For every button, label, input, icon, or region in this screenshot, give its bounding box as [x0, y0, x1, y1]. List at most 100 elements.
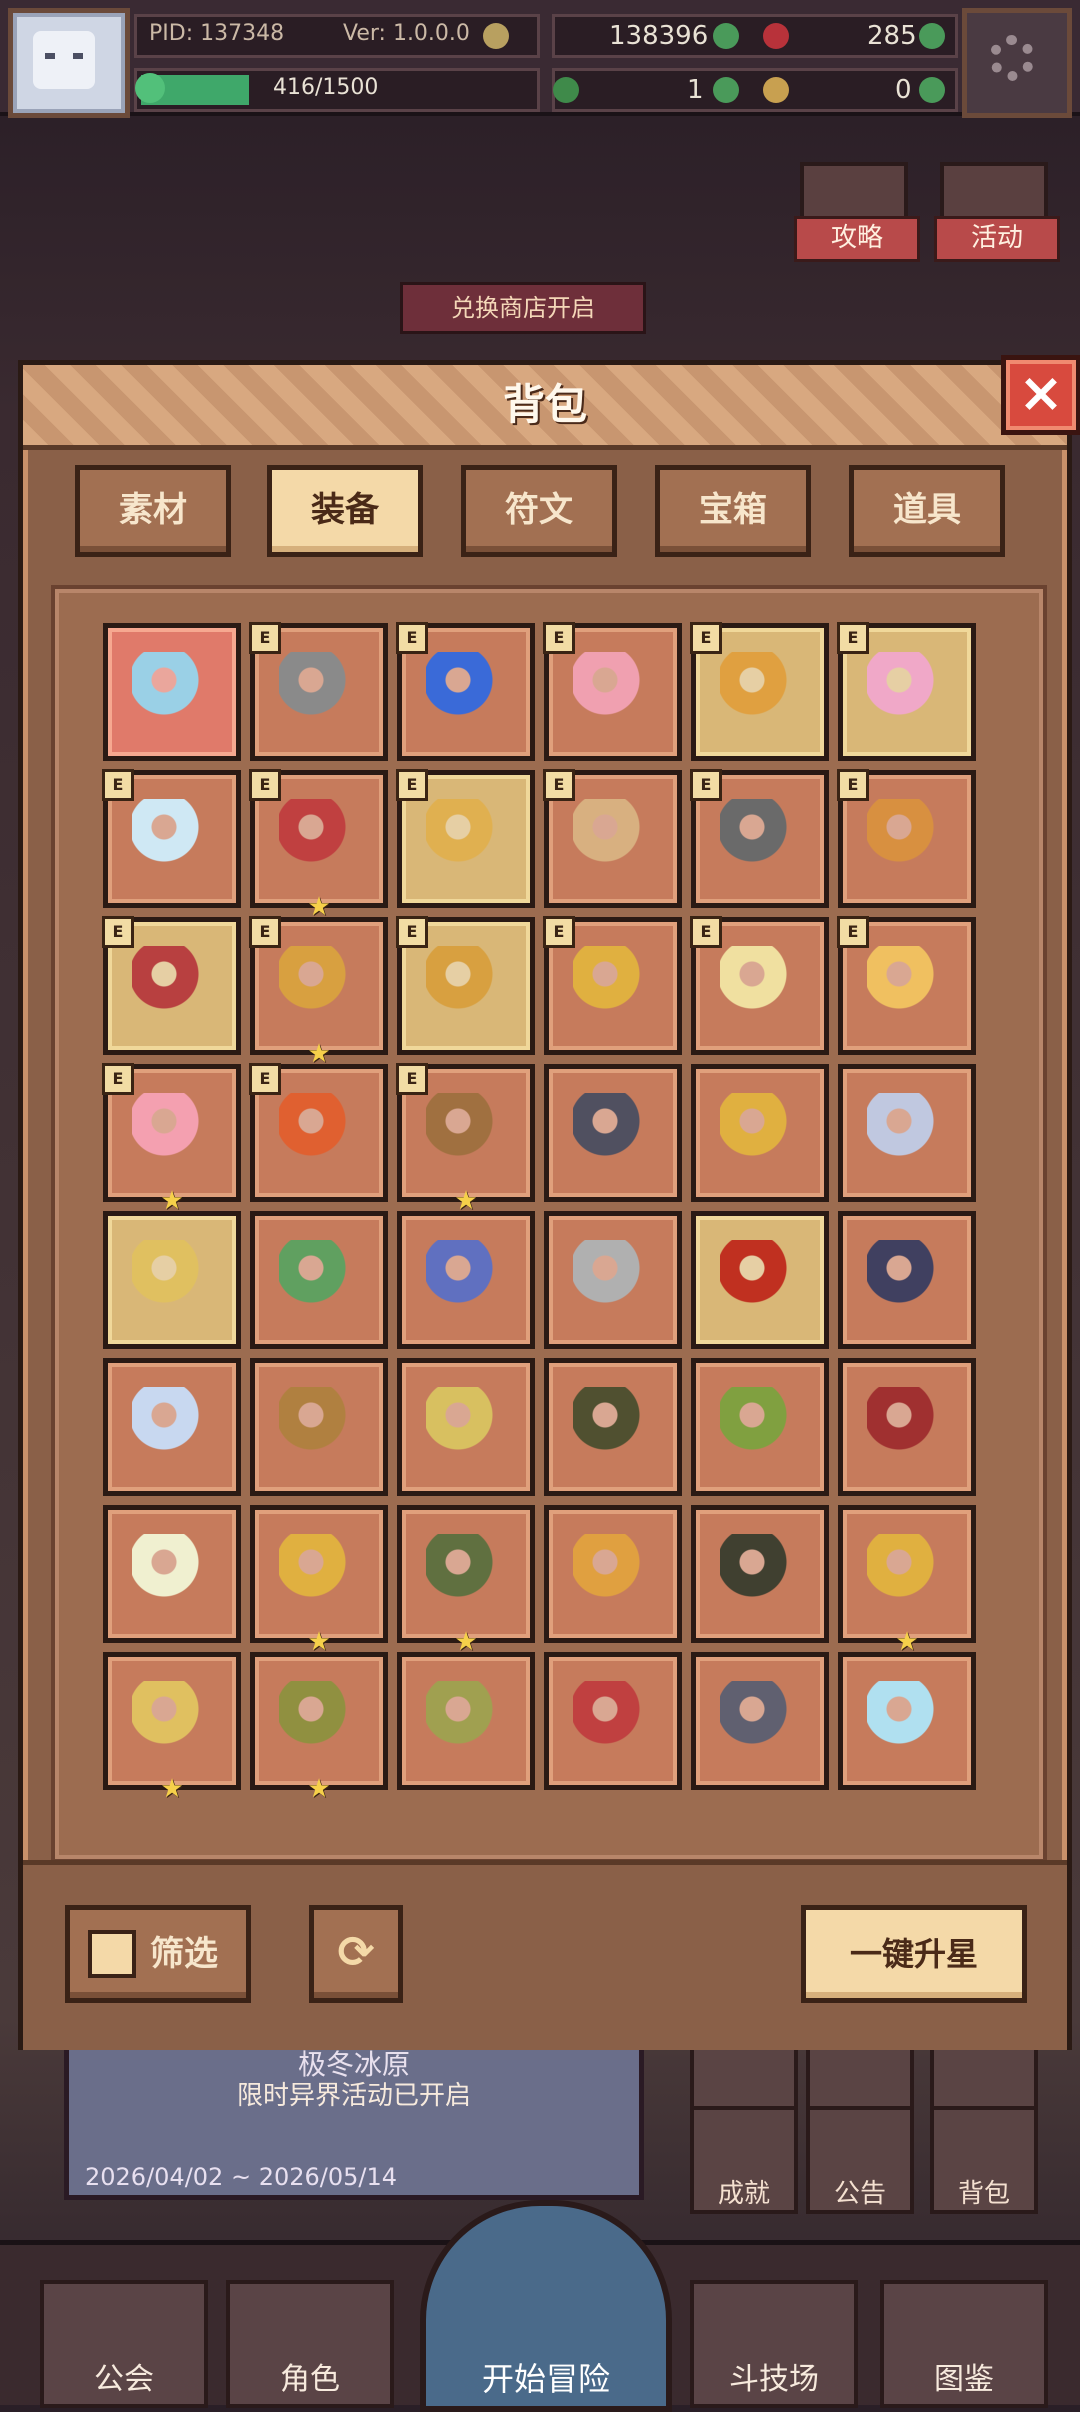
exp-bar: 416/1500: [134, 68, 540, 112]
equipped-badge: E: [396, 769, 428, 801]
inventory-slot[interactable]: E: [249, 1063, 388, 1202]
achievement-button[interactable]: 成就: [690, 2106, 798, 2214]
top-hud: PID: 137348 Ver: 1.0.0.0 416/1500 138396…: [0, 0, 1080, 118]
inventory-slot[interactable]: [691, 1358, 829, 1496]
refresh-button[interactable]: ⟳: [309, 1905, 403, 2003]
nav-arena[interactable]: 斗技场: [690, 2280, 858, 2408]
inventory-slot[interactable]: [544, 1505, 682, 1643]
inventory-slot[interactable]: [397, 1358, 535, 1496]
tab-items[interactable]: 道具: [849, 465, 1005, 557]
gold-gear-ring-icon: [426, 799, 506, 879]
filter-button[interactable]: 筛选: [65, 1905, 251, 2003]
inventory-slot[interactable]: [103, 1505, 241, 1643]
inventory-slot[interactable]: E: [543, 916, 682, 1055]
inventory-slot[interactable]: [544, 1652, 682, 1790]
inventory-slot[interactable]: [250, 1211, 388, 1349]
add-gold-icon[interactable]: [713, 23, 739, 49]
currency-row-2: 1 0: [552, 68, 958, 112]
dark-mask-icon: [720, 1534, 800, 1614]
green-ring-icon: [720, 1387, 800, 1467]
add-clover-icon[interactable]: [713, 77, 739, 103]
steel-sword-icon: [867, 1093, 947, 1173]
tab-chests[interactable]: 宝箱: [655, 465, 811, 557]
inventory-slot[interactable]: E: [396, 622, 535, 761]
inventory-slot[interactable]: E ★: [102, 1063, 241, 1215]
inventory-slot[interactable]: E: [396, 916, 535, 1055]
tab-runes[interactable]: 符文: [461, 465, 617, 557]
inventory-slot[interactable]: [544, 1358, 682, 1496]
green-glove-icon: [426, 1534, 506, 1614]
nav-codex[interactable]: 图鉴: [880, 2280, 1048, 2408]
inventory-slot[interactable]: ★: [397, 1505, 535, 1656]
nav-guild[interactable]: 公会: [40, 2280, 208, 2408]
close-button[interactable]: ×: [1001, 355, 1080, 435]
inventory-slot[interactable]: E: [249, 622, 388, 761]
inventory-slot[interactable]: E: [837, 769, 976, 908]
player-id: PID: 137348: [149, 21, 285, 46]
upgrade-all-stars-button[interactable]: 一键升星: [801, 1905, 1027, 2003]
inventory-slot[interactable]: ★: [103, 1652, 241, 1803]
inventory-slot[interactable]: [838, 1652, 976, 1790]
event-button[interactable]: 活动: [934, 162, 1060, 262]
equipped-badge: E: [543, 916, 575, 948]
inventory-slot[interactable]: E ★: [249, 769, 388, 921]
inventory-slot[interactable]: E: [690, 916, 829, 1055]
inventory-slot[interactable]: [838, 1211, 976, 1349]
inventory-slot[interactable]: E: [837, 916, 976, 1055]
equipped-badge: E: [396, 916, 428, 948]
event-banner[interactable]: 极冬冰原 限时异界活动已开启 2026/04/02 ~ 2026/05/14: [64, 2040, 644, 2200]
guide-button[interactable]: 攻略: [794, 162, 920, 262]
backpack-dialog: 背包 × 素材 装备 符文 宝箱 道具 E E E E E E E ★ E E E E E E ★ E E E E E…: [18, 355, 1080, 2050]
inventory-slot[interactable]: [691, 1064, 829, 1202]
inventory-slot[interactable]: [838, 1064, 976, 1202]
inventory-slot[interactable]: ★: [250, 1652, 388, 1803]
inventory-slot[interactable]: [250, 1358, 388, 1496]
inventory-slot[interactable]: E: [690, 769, 829, 908]
bag-button[interactable]: 背包: [930, 2106, 1038, 2214]
equipped-badge: E: [837, 916, 869, 948]
inventory-slot[interactable]: [544, 1211, 682, 1349]
settings-button[interactable]: [962, 8, 1072, 118]
gold-staff-icon: [720, 1093, 800, 1173]
snowflake-gem-icon: [867, 1681, 947, 1761]
dark-helm-icon: [573, 1387, 653, 1467]
inventory-slot[interactable]: E ★: [249, 916, 388, 1068]
inventory-slot[interactable]: ★: [838, 1505, 976, 1656]
tab-equipment[interactable]: 装备: [267, 465, 423, 557]
event-button-label: 活动: [934, 216, 1060, 262]
nav-character[interactable]: 角色: [226, 2280, 394, 2408]
inventory-slot[interactable]: [103, 1358, 241, 1496]
iron-ring-icon: [720, 799, 800, 879]
inventory-slot[interactable]: [691, 1505, 829, 1643]
add-gem-icon[interactable]: [919, 23, 945, 49]
green-sword-icon: [279, 1240, 359, 1320]
equipped-badge: E: [690, 769, 722, 801]
gear-icon: [989, 35, 1035, 81]
equipped-badge: E: [102, 916, 134, 948]
inventory-slot[interactable]: E: [543, 622, 682, 761]
tab-materials[interactable]: 素材: [75, 465, 231, 557]
inventory-slot[interactable]: ★: [250, 1505, 388, 1656]
inventory-slot[interactable]: [397, 1652, 535, 1790]
inventory-slot[interactable]: E: [690, 622, 829, 761]
equipped-badge: E: [249, 769, 281, 801]
inventory-slot[interactable]: [103, 623, 241, 761]
inventory-slot[interactable]: [838, 1358, 976, 1496]
player-avatar[interactable]: [8, 8, 130, 118]
announcement-button[interactable]: 公告: [806, 2106, 914, 2214]
nav-start-adventure[interactable]: 开始冒险: [420, 2200, 672, 2412]
clover-amount: 1: [687, 75, 704, 105]
inventory-slot[interactable]: E: [102, 916, 241, 1055]
inventory-slot[interactable]: [691, 1211, 829, 1349]
inventory-slot[interactable]: E ★: [396, 1063, 535, 1215]
inventory-slot[interactable]: [103, 1211, 241, 1349]
gold-tiara-icon: [426, 1387, 506, 1467]
inventory-slot[interactable]: [397, 1211, 535, 1349]
inventory-slot[interactable]: [544, 1064, 682, 1202]
add-key-icon[interactable]: [919, 77, 945, 103]
inventory-slot[interactable]: E: [102, 769, 241, 908]
inventory-slot[interactable]: E: [837, 622, 976, 761]
inventory-slot[interactable]: E: [543, 769, 682, 908]
inventory-slot[interactable]: [691, 1652, 829, 1790]
inventory-slot[interactable]: E: [396, 769, 535, 908]
